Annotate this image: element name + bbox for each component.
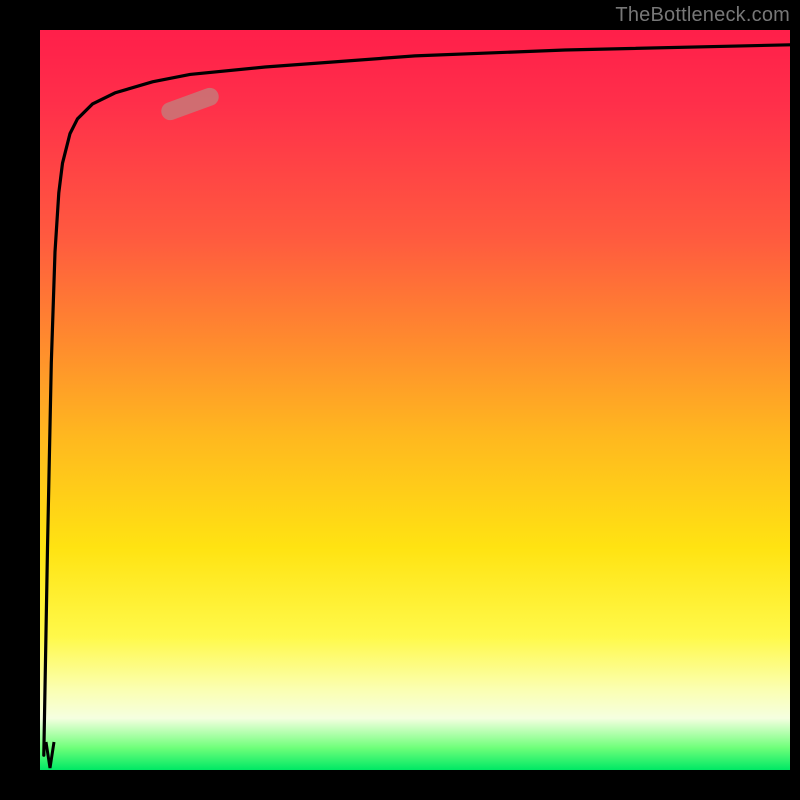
- origin-spike: [46, 742, 54, 768]
- bottleneck-curve: [44, 45, 790, 755]
- watermark-label: TheBottleneck.com: [615, 4, 790, 27]
- curve-svg: [40, 30, 790, 770]
- plot-area: [40, 30, 790, 770]
- chart-frame: TheBottleneck.com: [0, 0, 800, 800]
